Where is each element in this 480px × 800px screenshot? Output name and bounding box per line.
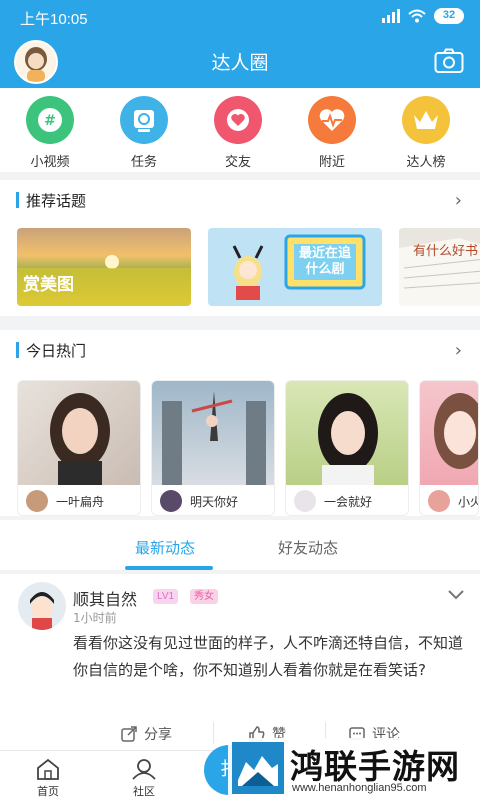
avatar-boy-icon <box>18 582 66 630</box>
feed-post: 顺其自然 LV1 秀女 1小时前 看看你这没有见过世面的样子，人不咋滴还特自信，… <box>0 574 480 750</box>
level-badge: LV1 <box>153 589 179 604</box>
hot-photo <box>420 381 478 485</box>
hot-card[interactable]: 一叶扁舟 <box>17 380 141 516</box>
hot-username: 一会就好 <box>324 494 373 509</box>
page-title: 达人圈 <box>211 52 269 74</box>
battery-icon: 32 <box>434 8 464 24</box>
post-content: 看看你这没有见过世面的样子，人不咋滴还特自信，不知道你自信的是个啥，你不知道别人… <box>73 634 464 679</box>
feed-tabs: 最新动态 好友动态 <box>0 520 480 570</box>
quick-label: 小视频 <box>30 155 70 170</box>
hot-photo <box>18 381 140 485</box>
quick-item-nearby[interactable]: 附近 <box>304 88 360 172</box>
hot-card[interactable]: 一会就好 <box>285 380 409 516</box>
share-label: 分享 <box>144 727 172 743</box>
chevron-down-icon[interactable] <box>448 590 464 600</box>
share-button[interactable]: 分享 <box>120 724 172 744</box>
hot-user: 明天你好 <box>152 485 274 515</box>
nav-community-label: 社区 <box>133 785 155 798</box>
section-header[interactable]: 推荐话题 › <box>0 180 480 220</box>
hot-username: 明天你好 <box>190 494 239 509</box>
recommended-topics-section: 推荐话题 › 赏美图 最近在追什么剧 有什么好书 <box>0 180 480 316</box>
camera-icon[interactable] <box>434 48 464 74</box>
watermark-url: www.henanhonglian95.com <box>292 782 427 794</box>
pulse-icon <box>308 96 356 144</box>
status-icons: 32 <box>382 8 464 24</box>
avatar <box>294 490 316 512</box>
hot-photo <box>286 381 408 485</box>
site-watermark: 鸿联手游网 www.henanhonglian95.com <box>228 738 480 800</box>
nav-community[interactable]: 社区 <box>124 757 164 799</box>
share-icon <box>121 726 137 742</box>
hot-card[interactable]: 明天你好 <box>151 380 275 516</box>
quick-label: 达人榜 <box>406 155 446 170</box>
topic-caption: 有什么好书 <box>413 244 479 259</box>
topic-caption: 最近在追什么剧 <box>298 246 351 277</box>
tab-friends[interactable]: 好友动态 <box>278 537 338 558</box>
nav-home-label: 首页 <box>37 785 59 798</box>
topic-card-books[interactable]: 有什么好书 <box>399 228 480 306</box>
chevron-right-icon[interactable]: › <box>455 340 462 361</box>
quick-icons-row: # 小视频 任务 交友 附近 达人榜 <box>0 88 480 172</box>
post-avatar[interactable] <box>18 582 66 630</box>
quick-label: 附近 <box>318 155 345 170</box>
quick-label: 任务 <box>130 155 157 170</box>
topic-card-dramas[interactable]: 最近在追什么剧 <box>208 228 382 306</box>
quick-label: 交友 <box>224 155 251 170</box>
hot-username: 小火 <box>458 494 478 509</box>
woman-portrait-image <box>50 393 110 485</box>
avatar <box>428 490 450 512</box>
task-icon <box>120 96 168 144</box>
girl-pink-image <box>434 393 478 469</box>
svg-text:#: # <box>44 113 56 129</box>
section-title: 今日热门 <box>26 342 87 360</box>
section-accent-bar <box>16 192 19 208</box>
hot-username: 一叶扁舟 <box>56 494 105 509</box>
quick-item-short-video[interactable]: # 小视频 <box>22 88 78 172</box>
hot-photo <box>152 381 274 485</box>
status-time: 上午10:05 <box>20 11 88 28</box>
hot-today-section: 今日热门 › 一叶扁舟 明天你好 一会就好 小 <box>0 330 480 516</box>
divider <box>213 722 214 744</box>
watermark-title: 鸿联手游网 <box>290 747 460 786</box>
crown-icon <box>402 96 450 144</box>
home-icon <box>37 758 59 780</box>
tab-indicator <box>125 566 213 570</box>
signal-icon <box>382 9 400 23</box>
section-title: 推荐话题 <box>26 192 87 210</box>
tab-latest[interactable]: 最新动态 <box>135 537 195 558</box>
topic-card-photos[interactable]: 赏美图 <box>17 228 191 306</box>
bull-logo-icon <box>232 742 284 794</box>
post-username[interactable]: 顺其自然 <box>73 586 137 610</box>
title-badge: 秀女 <box>190 589 218 604</box>
hot-user: 一叶扁舟 <box>18 485 140 515</box>
topic-row: 赏美图 最近在追什么剧 有什么好书 <box>17 228 480 306</box>
chevron-right-icon[interactable]: › <box>455 190 462 211</box>
avatar <box>26 490 48 512</box>
nav-home[interactable]: 首页 <box>28 757 68 799</box>
hot-user: 一会就好 <box>286 485 408 515</box>
hot-card[interactable]: 小火 <box>419 380 479 516</box>
post-timestamp: 1小时前 <box>73 611 117 625</box>
hot-row: 一叶扁舟 明天你好 一会就好 小 <box>17 380 479 516</box>
section-header[interactable]: 今日热门 › <box>0 330 480 370</box>
community-icon <box>132 759 156 780</box>
avatar <box>160 490 182 512</box>
hashtag-icon: # <box>26 96 74 144</box>
status-bar: 上午10:05 32 <box>0 0 480 34</box>
topic-caption: 赏美图 <box>23 275 74 295</box>
section-accent-bar <box>16 342 19 358</box>
girl-portrait-image <box>318 393 378 485</box>
quick-item-leaderboard[interactable]: 达人榜 <box>398 88 454 172</box>
top-header: 上午10:05 32 达人圈 <box>0 0 480 88</box>
quick-item-dating[interactable]: 交友 <box>210 88 266 172</box>
heart-icon <box>214 96 262 144</box>
wifi-icon <box>408 9 426 23</box>
quick-item-task[interactable]: 任务 <box>116 88 172 172</box>
hot-user: 小火 <box>420 485 478 515</box>
woman-dancing-image <box>162 391 266 485</box>
